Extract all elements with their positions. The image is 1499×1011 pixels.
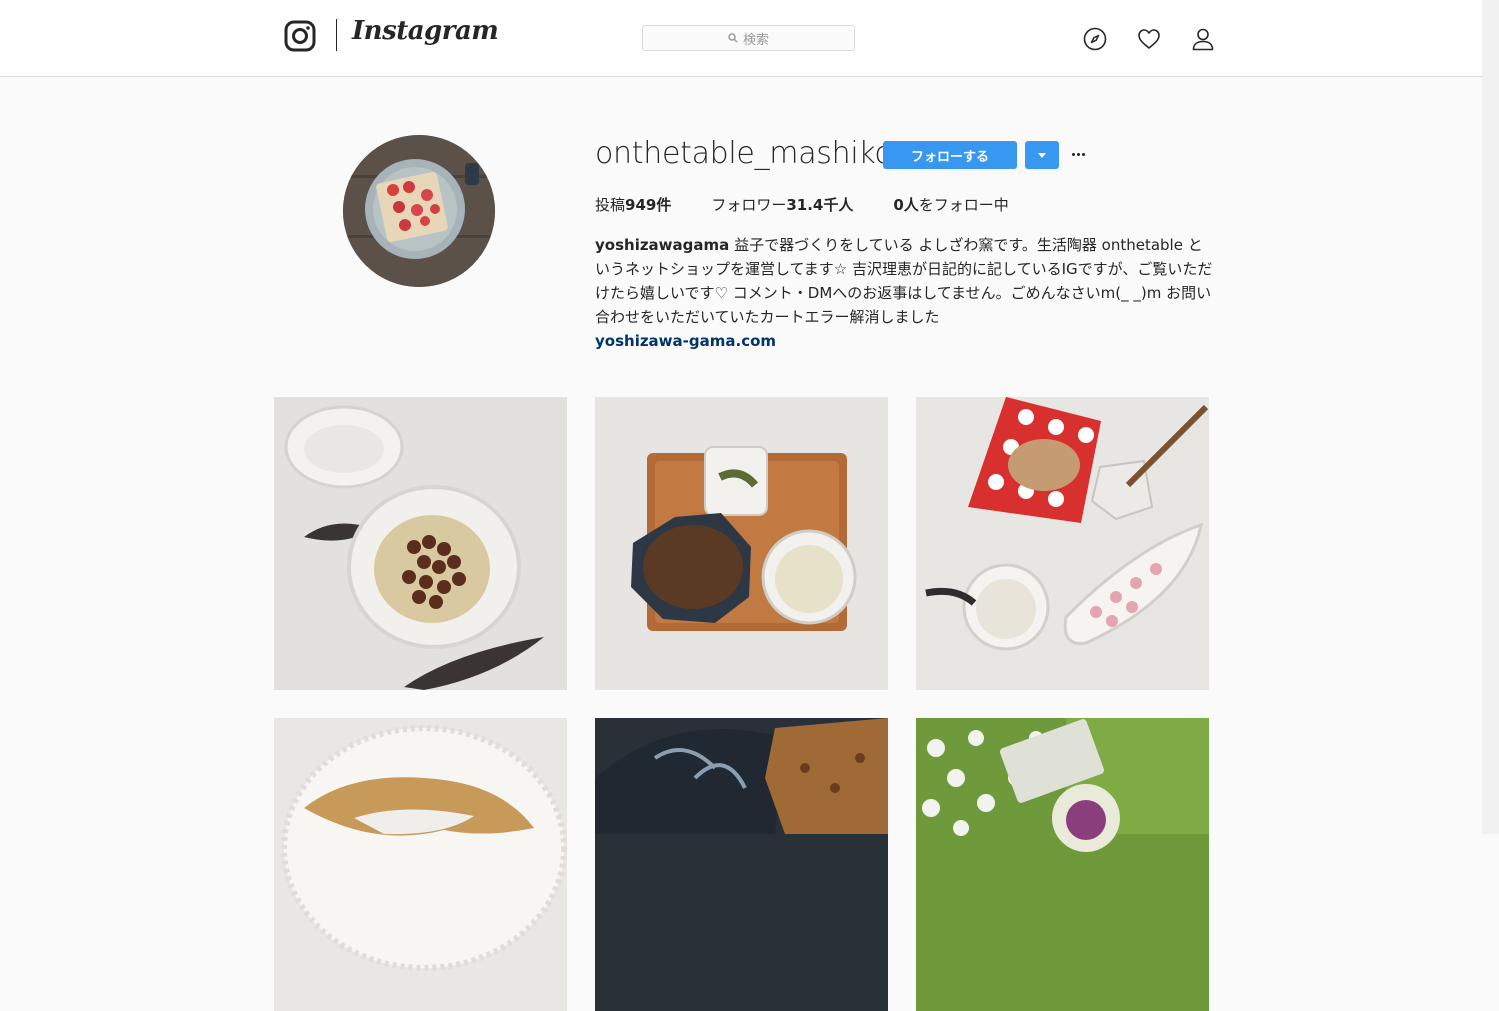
top-navigation-bar: Instagram 検索 [0,0,1482,77]
post-thumbnail[interactable] [595,397,888,690]
post-thumbnail[interactable] [916,397,1209,690]
user-icon[interactable] [1191,27,1215,51]
avatar-image [343,135,495,287]
search-placeholder: 検索 [742,32,769,48]
heart-icon[interactable] [1137,27,1161,51]
post-thumbnail[interactable] [274,718,567,1011]
suggestions-dropdown-button[interactable] [1025,141,1059,169]
follow-button[interactable]: フォローする [883,141,1017,169]
post-image [916,397,1209,690]
post-image [595,718,888,1011]
instagram-wordmark[interactable]: Instagram [352,16,499,46]
profile-bio: yoshizawagama 益子で器づくりをしている よしざわ窯です。生活陶器 … [595,233,1215,353]
logo-divider [336,19,337,51]
search-input[interactable]: 検索 [642,25,855,51]
avatar[interactable] [343,135,495,287]
posts-count: 投稿949件 [595,196,672,214]
camera-logo-icon[interactable] [284,20,316,52]
post-thumbnail[interactable] [274,397,567,690]
following-count[interactable]: 0人をフォロー中 [893,194,1008,215]
bio-website-link[interactable]: yoshizawa-gama.com [595,329,1215,353]
ellipsis-icon [1071,152,1075,156]
post-image [595,397,888,690]
profile-stats: 投稿949件 フォロワー31.4千人 0人をフォロー中 [595,194,1009,215]
post-thumbnail[interactable] [916,718,1209,1011]
bio-full-name: yoshizawagama [595,236,730,254]
post-image [916,718,1209,1011]
post-image [274,718,567,1011]
more-options-button[interactable] [1068,146,1088,162]
search-icon [728,33,738,43]
post-thumbnail[interactable] [595,718,888,1011]
followers-count[interactable]: フォロワー31.4千人 [711,194,853,215]
scrollbar[interactable] [1482,0,1499,834]
post-image [274,397,567,690]
profile-username: onthetable_mashiko [595,136,893,171]
caret-down-icon [1038,152,1046,158]
compass-icon[interactable] [1083,27,1107,51]
